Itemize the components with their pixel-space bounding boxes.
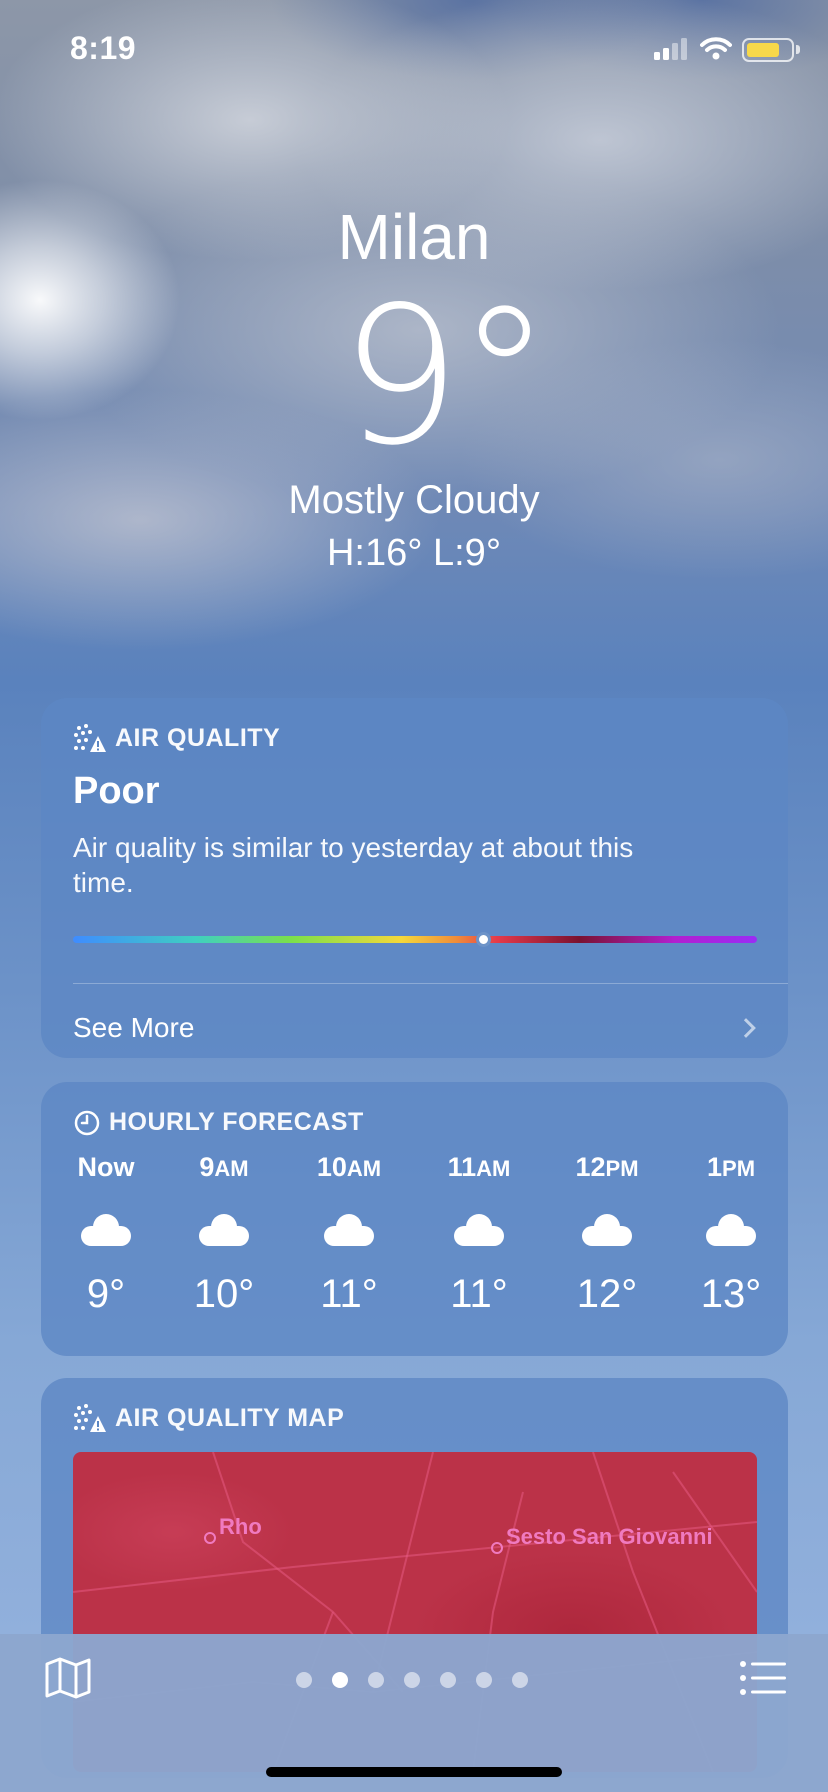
hour-time: Now — [77, 1152, 135, 1182]
hour-time: 12PM — [575, 1152, 639, 1182]
cloud-icon — [454, 1214, 504, 1246]
page-dot[interactable] — [332, 1672, 348, 1688]
air-quality-map-header: AIR QUALITY MAP — [73, 1402, 344, 1434]
cloud-icon — [324, 1214, 374, 1246]
map-pin — [204, 1532, 216, 1544]
page-dot[interactable] — [296, 1672, 312, 1688]
cloud-icon — [706, 1214, 756, 1246]
wifi-icon — [700, 37, 732, 60]
map-label-sesto: Sesto San Giovanni — [506, 1524, 713, 1549]
hourly-forecast-card[interactable]: HOURLY FORECAST Now 9° 9AM 10° 10AM 11° 11AM 11… — [41, 1082, 788, 1356]
see-more-button[interactable]: See More — [73, 1003, 763, 1053]
hour-item: 12PM 12° — [552, 1152, 662, 1317]
status-time: 8:19 — [70, 30, 137, 66]
cloud-icon — [582, 1214, 632, 1246]
hourly-forecast-title: HOURLY FORECAST — [109, 1108, 364, 1136]
clock-icon — [74, 1110, 100, 1135]
air-quality-description: Air quality is similar to yesterday at a… — [73, 832, 634, 898]
page-dot[interactable] — [440, 1672, 456, 1688]
battery-icon — [742, 38, 794, 62]
chevron-right-icon — [736, 1018, 756, 1038]
map-pin — [491, 1542, 503, 1554]
hour-item: 9AM 10° — [169, 1152, 279, 1317]
hour-item: Now 9° — [51, 1152, 161, 1317]
hour-temperature: 10° — [193, 1272, 255, 1316]
hour-time: 10AM — [316, 1152, 382, 1182]
hour-item: 11AM 11° — [424, 1152, 534, 1317]
air-quality-card[interactable]: AIR QUALITY Poor Air quality is similar … — [41, 698, 788, 1058]
hourly-forecast-header: HOURLY FORECAST — [73, 1108, 364, 1137]
hour-temperature: 11° — [320, 1272, 378, 1316]
air-quality-icon — [74, 724, 106, 752]
see-more-label: See More — [73, 1012, 195, 1043]
air-quality-title: AIR QUALITY — [115, 723, 281, 752]
page-dot[interactable] — [404, 1672, 420, 1688]
hour-time: 9AM — [199, 1152, 249, 1182]
map-icon[interactable] — [44, 1656, 92, 1700]
battery-cap — [796, 45, 800, 54]
city-name: Milan — [337, 201, 491, 273]
hour-temperature: 9° — [86, 1272, 126, 1316]
hour-time: 11AM — [447, 1152, 511, 1182]
hour-temperature: 11° — [450, 1272, 508, 1316]
cloud-icon — [81, 1214, 131, 1246]
hour-temperature: 12° — [576, 1272, 638, 1316]
hour-temperature: 13° — [700, 1272, 762, 1316]
page-dot[interactable] — [512, 1672, 528, 1688]
hourly-list[interactable]: Now 9° 9AM 10° 10AM 11° 11AM 11° 12PM 12° 1PM 13° — [41, 1152, 788, 1352]
hour-item: 1PM 13° — [676, 1152, 786, 1317]
weather-condition: Mostly Cloudy — [288, 478, 540, 522]
air-quality-map-title: AIR QUALITY MAP — [115, 1403, 345, 1432]
page-indicator[interactable] — [296, 1672, 528, 1688]
page-dot[interactable] — [476, 1672, 492, 1688]
air-quality-level: Poor — [73, 770, 160, 812]
air-quality-scale — [73, 936, 757, 943]
cellular-signal-icon — [654, 38, 687, 60]
air-quality-icon — [74, 1404, 106, 1432]
current-temperature: 9° — [340, 266, 552, 487]
divider — [73, 983, 788, 984]
hour-time: 1PM — [706, 1152, 756, 1182]
map-label-rho: Rho — [219, 1514, 262, 1539]
cloud-icon — [199, 1214, 249, 1246]
list-icon[interactable] — [740, 1660, 786, 1696]
high-low-temperature: H:16° L:9° — [326, 532, 502, 574]
battery-fill — [747, 43, 779, 57]
air-quality-header: AIR QUALITY — [73, 722, 280, 754]
home-indicator — [266, 1767, 562, 1777]
hour-item: 10AM 11° — [294, 1152, 404, 1317]
page-dot[interactable] — [368, 1672, 384, 1688]
air-quality-indicator — [476, 932, 491, 947]
